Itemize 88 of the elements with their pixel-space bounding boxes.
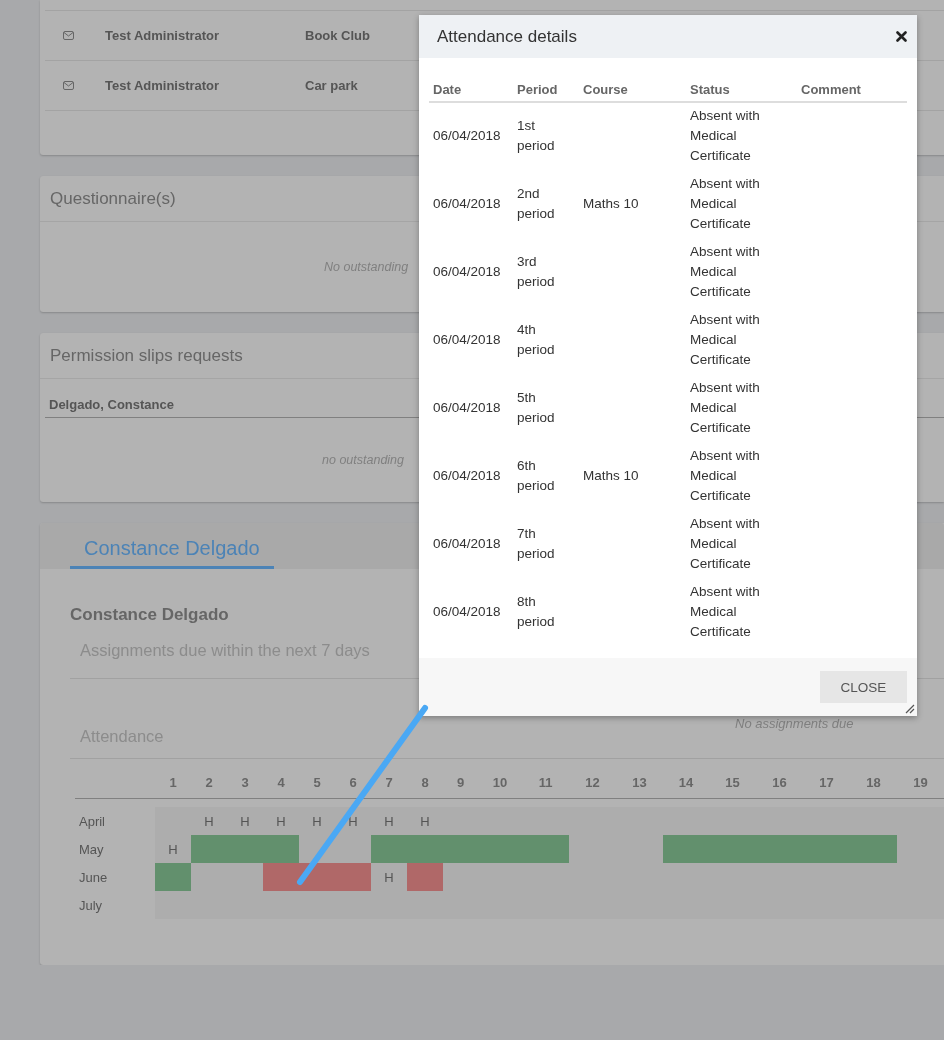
month-label: May (78, 840, 105, 859)
sender-name: Test Administrator (105, 28, 221, 43)
month-label: April (78, 812, 106, 831)
day-number: 2 (204, 775, 214, 792)
table-cell: Absent with Medical Certificate (690, 108, 760, 163)
holiday-cell[interactable]: H (155, 835, 191, 863)
table-cell: 06/04/2018 (433, 604, 501, 619)
table-cell: Maths 10 (583, 196, 639, 211)
close-icon[interactable] (896, 31, 907, 42)
present-day-cell[interactable] (522, 835, 569, 863)
day-number: 12 (584, 775, 601, 792)
holiday-cell[interactable]: H (371, 863, 407, 891)
holiday-cell[interactable]: H (191, 807, 227, 835)
day-number: 11 (537, 775, 554, 792)
absent-day-cell[interactable] (407, 863, 443, 891)
table-cell: 06/04/2018 (433, 468, 501, 483)
holiday-cell[interactable]: H (371, 807, 407, 835)
envelope-icon (63, 81, 74, 90)
table-cell: Absent with Medical Certificate (690, 312, 760, 367)
table-cell: 06/04/2018 (433, 128, 501, 143)
column-header: Status (686, 77, 797, 102)
table-cell: 06/04/2018 (433, 196, 501, 211)
day-number: 17 (818, 775, 835, 792)
absent-day-cell[interactable] (335, 863, 371, 891)
table-cell: 3rd period (517, 254, 555, 289)
day-number: 9 (455, 775, 466, 792)
holiday-cell[interactable]: H (263, 807, 299, 835)
student-tab[interactable]: Constance Delgado (70, 537, 274, 569)
card-title: Permission slips requests (50, 345, 243, 366)
holiday-cell[interactable]: H (227, 807, 263, 835)
holiday-cell[interactable]: H (335, 807, 371, 835)
day-number: 14 (677, 775, 695, 792)
absent-day-cell[interactable] (263, 863, 299, 891)
table-cell: 7th period (517, 526, 555, 561)
group-name: Book Club (305, 28, 370, 43)
present-day-cell[interactable] (155, 863, 191, 891)
day-number: 1 (168, 775, 178, 792)
table-cell: 06/04/2018 (433, 400, 501, 415)
table-cell: Absent with Medical Certificate (690, 380, 760, 435)
day-number: 16 (771, 775, 788, 792)
card-title: Questionnaire(s) (50, 188, 176, 209)
day-number: 4 (276, 775, 286, 792)
present-day-cell[interactable] (663, 835, 709, 863)
column-header: Date (429, 77, 513, 102)
table-cell: 06/04/2018 (433, 332, 501, 347)
day-number: 8 (420, 775, 430, 792)
day-number: 19 (912, 775, 929, 792)
table-cell: Maths 10 (583, 468, 639, 483)
resize-grip-icon[interactable] (903, 702, 915, 714)
day-number: 5 (312, 775, 322, 792)
table-cell: 4th period (517, 322, 555, 357)
table-cell: Absent with Medical Certificate (690, 244, 760, 299)
holiday-cell[interactable]: H (407, 807, 443, 835)
month-label: July (78, 896, 104, 915)
table-cell: 06/04/2018 (433, 536, 501, 551)
student-name: Constance Delgado (70, 605, 229, 625)
close-button[interactable]: CLOSE (820, 671, 907, 703)
table-cell: Absent with Medical Certificate (690, 448, 760, 503)
day-number: 3 (240, 775, 250, 792)
dialog-title: Attendance details (437, 26, 577, 47)
present-day-cell[interactable] (850, 835, 897, 863)
table-cell: Absent with Medical Certificate (690, 516, 760, 571)
column-header: Period (513, 77, 579, 102)
table-cell: 6th period (517, 458, 555, 493)
table-cell: Absent with Medical Certificate (690, 584, 760, 639)
table-cell: 8th period (517, 594, 555, 629)
day-number: 18 (865, 775, 882, 792)
holiday-cell[interactable]: H (299, 807, 335, 835)
table-cell: 1st period (517, 118, 555, 153)
table-cell: 5th period (517, 390, 555, 425)
present-day-cell[interactable] (191, 835, 227, 863)
table-cell: Absent with Medical Certificate (690, 176, 760, 231)
day-number: 6 (348, 775, 358, 792)
day-number: 15 (724, 775, 741, 792)
day-number: 10 (491, 775, 509, 792)
present-day-cell[interactable] (371, 835, 407, 863)
day-number: 7 (384, 775, 394, 792)
sender-name: Test Administrator (105, 78, 221, 93)
table-cell: 06/04/2018 (433, 264, 501, 279)
student-name: Delgado, Constance (48, 397, 174, 414)
day-number: 13 (631, 775, 648, 792)
group-name: Car park (305, 78, 358, 93)
envelope-icon (63, 31, 74, 40)
column-header: Comment (797, 77, 907, 102)
table-cell: 2nd period (517, 186, 555, 221)
column-header: Course (579, 77, 686, 102)
month-label: June (78, 868, 109, 887)
present-day-cell[interactable] (263, 835, 299, 863)
